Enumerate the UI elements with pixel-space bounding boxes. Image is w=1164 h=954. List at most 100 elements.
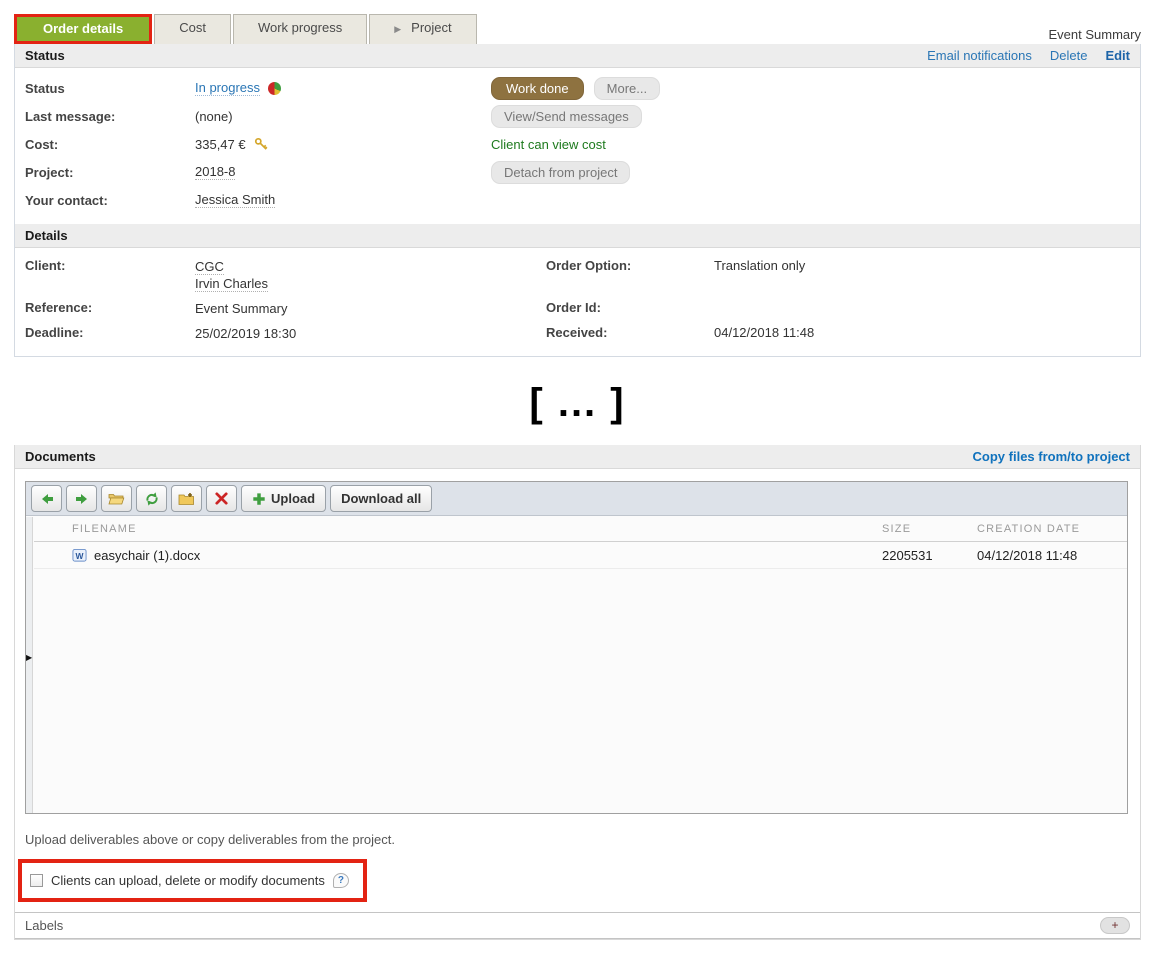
deadline-row: Deadline: 25/02/2019 18:30 Received: 04/… xyxy=(25,321,1130,346)
svg-text:W: W xyxy=(76,550,84,560)
open-folder-button[interactable] xyxy=(101,485,132,512)
refresh-button[interactable] xyxy=(136,485,167,512)
documents-card: Documents Copy files from/to project xyxy=(14,445,1141,940)
last-message-label: Last message: xyxy=(25,109,195,124)
plus-icon xyxy=(252,492,266,506)
reference-value: Event Summary xyxy=(195,300,546,317)
reference-row: Reference: Event Summary Order Id: xyxy=(25,296,1130,321)
upload-hint-text: Upload deliverables above or copy delive… xyxy=(15,814,1140,847)
client-can-view-cost-note: Client can view cost xyxy=(491,137,606,152)
upload-button[interactable]: Upload xyxy=(241,485,326,512)
documents-title: Documents xyxy=(25,449,96,464)
project-value[interactable]: 2018-8 xyxy=(195,164,235,180)
table-row[interactable]: W easychair (1).docx 2205531 04/12/2018 … xyxy=(34,542,1127,569)
tab-project-label: Project xyxy=(411,20,451,35)
new-folder-icon xyxy=(178,491,195,507)
file-manager-panel: Upload Download all ▶ FILENAME SIZE CREA… xyxy=(25,481,1128,814)
labels-section: Labels + xyxy=(15,912,1140,939)
delete-x-icon xyxy=(214,491,229,506)
client-label: Client: xyxy=(25,258,195,273)
add-label-button[interactable]: + xyxy=(1100,917,1130,934)
order-option-value: Translation only xyxy=(714,258,1130,273)
details-title: Details xyxy=(25,228,68,243)
cost-label: Cost: xyxy=(25,137,195,152)
column-creation-date: CREATION DATE xyxy=(977,523,1127,535)
file-size: 2205531 xyxy=(882,548,977,563)
project-label: Project: xyxy=(25,165,195,180)
delete-file-button[interactable] xyxy=(206,485,237,512)
triangle-right-icon: ▶ xyxy=(394,24,401,34)
order-option-label: Order Option: xyxy=(546,258,714,273)
back-button[interactable] xyxy=(31,485,62,512)
status-value-link[interactable]: In progress xyxy=(195,80,260,96)
file-table: FILENAME SIZE CREATION DATE W easychair … xyxy=(34,516,1127,569)
your-contact-value[interactable]: Jessica Smith xyxy=(195,192,275,208)
documents-section-header: Documents Copy files from/to project xyxy=(15,445,1140,469)
file-name: easychair (1).docx xyxy=(94,548,200,563)
more-button[interactable]: More... xyxy=(594,77,660,100)
file-creation-date: 04/12/2018 11:48 xyxy=(977,548,1127,563)
copy-files-link[interactable]: Copy files from/to project xyxy=(973,449,1130,464)
email-notifications-link[interactable]: Email notifications xyxy=(927,48,1032,63)
order-summary-card: Status Email notifications Delete Edit S… xyxy=(14,44,1141,357)
delete-link[interactable]: Delete xyxy=(1050,48,1088,63)
edit-link[interactable]: Edit xyxy=(1105,48,1130,63)
download-all-button[interactable]: Download all xyxy=(330,485,432,512)
snip-separator: [ ... ] xyxy=(14,377,1141,429)
page-title: Event Summary xyxy=(1049,27,1141,44)
received-value: 04/12/2018 11:48 xyxy=(714,325,1130,340)
status-fields: Status In progress Work done More... Las… xyxy=(15,68,1140,224)
view-send-messages-button[interactable]: View/Send messages xyxy=(491,105,642,128)
client-contact-value[interactable]: Irvin Charles xyxy=(195,276,268,292)
pie-chart-icon xyxy=(268,82,281,95)
clients-permission-label: Clients can upload, delete or modify doc… xyxy=(51,873,325,888)
client-company-value[interactable]: CGC xyxy=(195,259,224,275)
your-contact-label: Your contact: xyxy=(25,193,195,208)
tab-work-progress[interactable]: Work progress xyxy=(233,14,367,44)
tab-cost[interactable]: Cost xyxy=(154,14,231,44)
clients-permission-checkbox[interactable] xyxy=(30,874,43,887)
cost-value: 335,47 € xyxy=(195,137,246,152)
forward-arrow-icon xyxy=(74,491,90,507)
refresh-icon xyxy=(144,491,160,507)
cost-row: Cost: 335,47 € Client can view cost xyxy=(25,130,1130,158)
file-toolbar: Upload Download all xyxy=(26,482,1127,516)
collapse-handle-icon: ▶ xyxy=(26,653,32,662)
last-message-value: (none) xyxy=(195,109,233,124)
status-section-header: Status Email notifications Delete Edit xyxy=(15,44,1140,68)
received-label: Received: xyxy=(546,325,714,340)
help-icon[interactable]: ? xyxy=(333,873,349,888)
clients-permission-highlight: Clients can upload, delete or modify doc… xyxy=(18,859,367,902)
new-folder-button[interactable] xyxy=(171,485,202,512)
client-row: Client: CGC Irvin Charles Order Option: … xyxy=(25,254,1130,296)
back-arrow-icon xyxy=(39,491,55,507)
last-message-row: Last message: (none) View/Send messages xyxy=(25,102,1130,130)
details-section-header: Details xyxy=(15,224,1140,248)
labels-title: Labels xyxy=(25,918,63,933)
file-table-header: FILENAME SIZE CREATION DATE xyxy=(34,516,1127,542)
status-row: Status In progress Work done More... xyxy=(25,74,1130,102)
key-icon[interactable] xyxy=(254,137,269,152)
column-size: SIZE xyxy=(882,523,977,535)
your-contact-row: Your contact: Jessica Smith xyxy=(25,186,1130,214)
deadline-label: Deadline: xyxy=(25,325,195,340)
status-label: Status xyxy=(25,81,195,96)
upload-button-label: Upload xyxy=(271,491,315,506)
forward-button[interactable] xyxy=(66,485,97,512)
tab-order-details[interactable]: Order details xyxy=(14,14,152,44)
order-details-page: Order details Cost Work progress ▶ Projec… xyxy=(0,0,1164,940)
word-doc-icon: W xyxy=(72,548,87,563)
project-row: Project: 2018-8 Detach from project xyxy=(25,158,1130,186)
panel-collapse-gutter[interactable]: ▶ xyxy=(26,517,33,813)
detach-from-project-button[interactable]: Detach from project xyxy=(491,161,630,184)
status-title: Status xyxy=(25,48,65,63)
tab-project[interactable]: ▶ Project xyxy=(369,14,476,44)
reference-label: Reference: xyxy=(25,300,195,315)
open-folder-icon xyxy=(108,491,125,507)
details-fields: Client: CGC Irvin Charles Order Option: … xyxy=(15,248,1140,356)
work-done-button[interactable]: Work done xyxy=(491,77,584,100)
order-id-label: Order Id: xyxy=(546,300,714,315)
column-filename: FILENAME xyxy=(34,523,882,535)
deadline-value: 25/02/2019 18:30 xyxy=(195,325,546,342)
tab-bar: Order details Cost Work progress ▶ Projec… xyxy=(14,14,1141,44)
